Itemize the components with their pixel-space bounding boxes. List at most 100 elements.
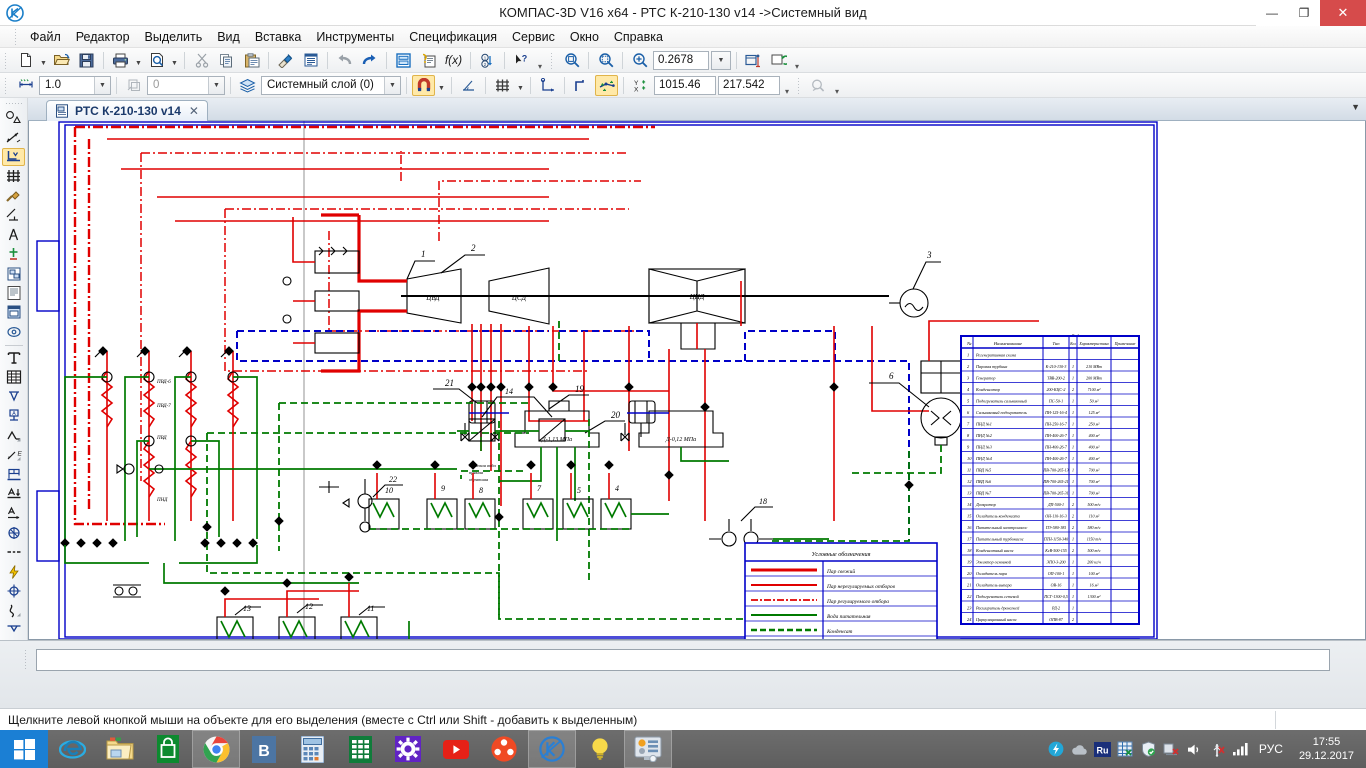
scale-combobox[interactable]: 1.0 ▼ (39, 75, 111, 95)
coordinate-y-field[interactable]: 217.542 (718, 75, 780, 95)
menu-view[interactable]: Вид (210, 28, 247, 46)
cut-designation-icon[interactable] (2, 524, 25, 542)
taskbar-excel[interactable] (336, 730, 384, 768)
tray-language-icon[interactable]: Ru (1093, 741, 1111, 758)
close-button[interactable]: ✕ (1320, 0, 1366, 26)
undo-icon[interactable] (333, 50, 356, 71)
scale-dropdown-icon[interactable]: ▼ (94, 76, 110, 94)
grid-icon[interactable] (491, 75, 514, 96)
new-document-dropdown-icon[interactable]: ▼ (38, 50, 49, 71)
print-preview-icon[interactable] (145, 50, 168, 71)
spline-icon[interactable] (2, 601, 25, 619)
document-manager-icon[interactable] (392, 50, 415, 71)
select-geometry-icon[interactable] (2, 109, 25, 127)
taskbar-chrome[interactable] (192, 730, 240, 768)
zoom-region-icon[interactable] (594, 50, 617, 71)
table-tool-icon[interactable] (2, 368, 25, 386)
redo-icon[interactable] (358, 50, 381, 71)
flash-tool-icon[interactable] (2, 562, 25, 580)
new-document-icon[interactable] (14, 50, 37, 71)
document-tab[interactable]: РТС К-210-130 v14 ✕ (46, 100, 208, 121)
insert-fragment-icon[interactable] (2, 264, 25, 282)
print-icon[interactable] (109, 50, 132, 71)
leader-line-icon[interactable] (2, 427, 25, 445)
format-painter-icon[interactable] (274, 50, 297, 71)
maximize-button[interactable]: ❐ (1288, 0, 1320, 26)
dimension-tool-icon[interactable] (2, 128, 25, 146)
taskbar-file-explorer[interactable] (96, 730, 144, 768)
zoom-dropdown[interactable]: ▼ (711, 50, 731, 70)
measure-toolbar-overflow[interactable]: ▾ (831, 75, 843, 96)
zoom-value-field[interactable]: 0.2678 (653, 50, 709, 70)
measure-toolbar-grip[interactable] (796, 75, 803, 95)
current-state-overflow[interactable]: ▾ (781, 75, 793, 96)
taskbar-media[interactable] (480, 730, 528, 768)
snap-dropdown-icon[interactable]: ▼ (436, 75, 447, 96)
menu-edit[interactable]: Редактор (69, 28, 137, 46)
command-input[interactable] (36, 649, 1330, 671)
hatch-tool-icon[interactable] (2, 167, 25, 185)
taskbar-internet-explorer[interactable] (48, 730, 96, 768)
left-toolbar-grip[interactable] (5, 102, 22, 107)
edit-tool-icon[interactable] (2, 187, 25, 205)
menu-tools[interactable]: Инструменты (309, 28, 401, 46)
start-button[interactable] (0, 730, 48, 768)
center-marker-icon[interactable] (2, 582, 25, 600)
tray-network-icon[interactable] (1163, 741, 1180, 758)
taskbar-youtube[interactable] (432, 730, 480, 768)
designation-arrow-icon[interactable] (2, 504, 25, 522)
print-preview-dropdown-icon[interactable]: ▼ (169, 50, 180, 71)
tabstrip-scroll-down-icon[interactable]: ▼ (1351, 102, 1360, 112)
menu-spec[interactable]: Спецификация (402, 28, 504, 46)
layer-icon[interactable] (236, 75, 259, 96)
variables-icon[interactable] (417, 50, 440, 71)
menu-grip[interactable] (13, 27, 20, 46)
parametrize-tool-icon[interactable] (2, 206, 25, 224)
menu-window[interactable]: Окно (563, 28, 606, 46)
scale-icon[interactable] (14, 75, 37, 96)
tray-signal-icon[interactable] (1232, 741, 1249, 758)
coordinate-x-field[interactable]: 1015.46 (654, 75, 716, 95)
axis-line-icon[interactable] (2, 543, 25, 561)
roughness-icon[interactable] (2, 388, 25, 406)
document-tab-close-icon[interactable]: ✕ (187, 104, 201, 118)
copy-icon[interactable] (215, 50, 238, 71)
fit-to-screen-icon[interactable] (742, 50, 765, 71)
standard-toolbar-overflow[interactable]: ▾ (534, 50, 546, 71)
minimize-button[interactable]: — (1256, 0, 1288, 26)
taskbar-clock[interactable]: 17:55 29.12.2017 (1293, 735, 1360, 763)
zoom-window-icon[interactable] (560, 50, 583, 71)
view-dropdown-icon[interactable]: ▼ (208, 76, 224, 94)
print-dropdown-icon[interactable]: ▼ (133, 50, 144, 71)
layer-dropdown-icon[interactable]: ▼ (384, 76, 400, 94)
current-state-grip[interactable] (3, 75, 10, 95)
insert-view-icon[interactable] (2, 284, 25, 302)
menu-file[interactable]: Файл (23, 28, 68, 46)
tray-usb-icon[interactable] (1209, 741, 1226, 758)
report-icon[interactable] (2, 323, 25, 341)
orthogonal-icon[interactable] (570, 75, 593, 96)
branch-leader-icon[interactable] (2, 465, 25, 483)
text-under-line-icon[interactable] (2, 485, 25, 503)
tray-utorrent-icon[interactable] (1048, 741, 1065, 758)
save-document-icon[interactable] (75, 50, 98, 71)
tray-shield-icon[interactable] (1140, 741, 1157, 758)
taskbar-settings[interactable] (384, 730, 432, 768)
menu-select[interactable]: Выделить (138, 28, 210, 46)
restrict-angle-icon[interactable] (457, 75, 480, 96)
zoom-in-icon[interactable] (628, 50, 651, 71)
tray-onedrive-icon[interactable] (1071, 741, 1088, 758)
renumber-icon[interactable]: 12 (476, 50, 499, 71)
break-line-icon[interactable] (2, 621, 25, 639)
tray-language-label[interactable]: РУС (1255, 742, 1287, 756)
command-panel-grip[interactable] (24, 649, 30, 671)
view-toolbar-overflow[interactable]: ▾ (791, 50, 803, 71)
menu-insert[interactable]: Вставка (248, 28, 308, 46)
menu-help[interactable]: Справка (607, 28, 670, 46)
local-coordinate-icon[interactable] (536, 75, 559, 96)
drawing-canvas[interactable]: .r { stroke:#e00000; fill:none; stroke-w… (28, 121, 1366, 640)
snap-nodes-icon[interactable] (595, 74, 618, 96)
text-tool-icon[interactable] (2, 349, 25, 367)
taskbar-calculator-blue[interactable] (288, 730, 336, 768)
layer-combobox[interactable]: Системный слой (0) ▼ (261, 75, 401, 95)
